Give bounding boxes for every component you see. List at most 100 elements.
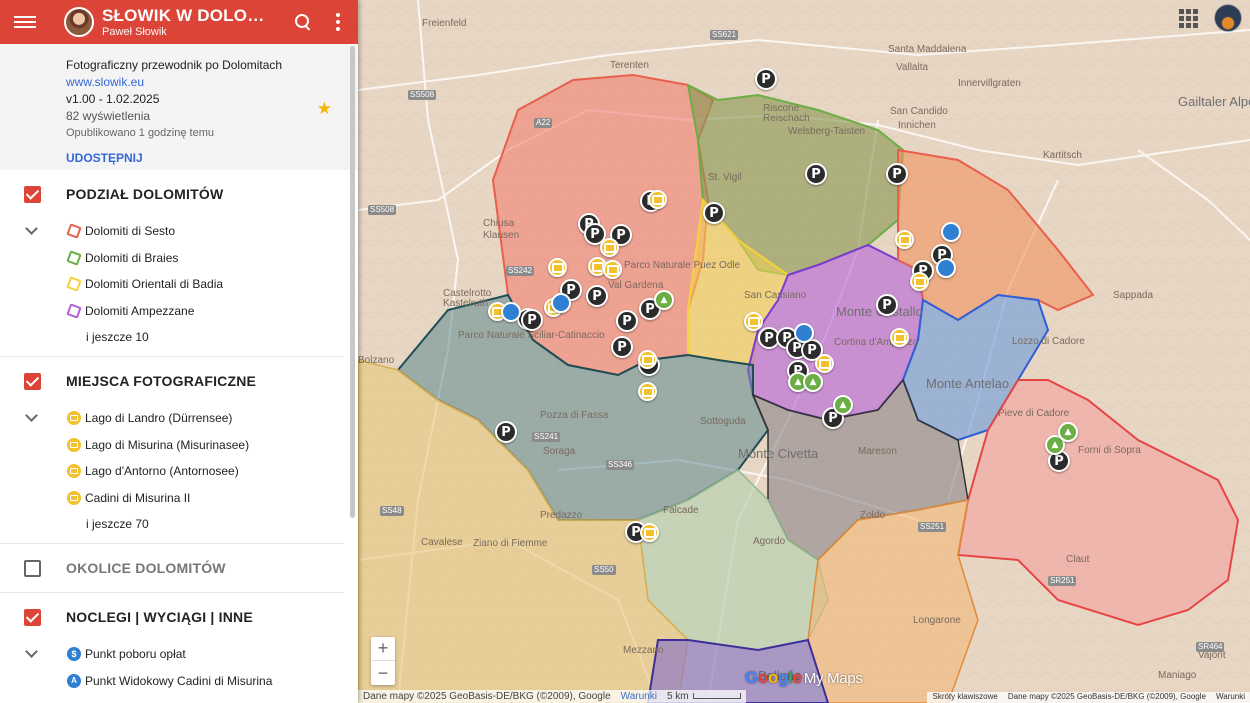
search-icon[interactable] xyxy=(292,11,314,33)
place-reischach: Reischach xyxy=(763,113,810,124)
camera-icon xyxy=(67,464,81,479)
chevron-down-icon[interactable] xyxy=(25,409,38,422)
published-time: Opublikowano 1 godzinę temu xyxy=(66,127,214,139)
owner-avatar[interactable] xyxy=(64,7,94,37)
attribution-bar: Dane mapy ©2025 GeoBasis-DE/BKG (©2009),… xyxy=(358,690,746,703)
list-item[interactable]: Lago di Landro (Dürrensee) xyxy=(0,405,344,432)
map-url-link[interactable]: www.slowik.eu xyxy=(66,74,344,91)
photo-spot-pin[interactable] xyxy=(548,258,567,277)
more-items-link[interactable]: i jeszcze 10 xyxy=(0,324,344,350)
info-pin[interactable] xyxy=(551,293,571,313)
layer-checkbox[interactable] xyxy=(24,185,41,203)
hut-pin[interactable] xyxy=(1058,422,1078,442)
map-canvas[interactable]: Freienfeld Terenten Santa Maddalena Vall… xyxy=(358,0,1250,703)
list-item[interactable]: Lago di Misurina (Misurinasee) xyxy=(0,432,344,459)
apps-grid-icon[interactable] xyxy=(1176,6,1200,30)
list-item[interactable]: Lago d'Antorno (Antornosee) xyxy=(0,458,344,485)
photo-spot-pin[interactable] xyxy=(648,190,667,209)
place-kartitsch: Kartitsch xyxy=(1043,150,1082,161)
photo-spot-pin[interactable] xyxy=(910,272,929,291)
parking-pin[interactable]: P xyxy=(521,309,543,331)
lift-pin[interactable] xyxy=(794,323,814,343)
zoom-in-button[interactable]: + xyxy=(371,637,395,661)
parking-pin[interactable]: P xyxy=(703,202,725,224)
lodging-pin[interactable] xyxy=(941,222,961,242)
zoom-out-button[interactable]: − xyxy=(371,661,395,685)
photo-spot-pin[interactable] xyxy=(895,230,914,249)
lift-pin[interactable] xyxy=(936,258,956,278)
layer-title[interactable]: NOCLEGI | WYCIĄGI | INNE xyxy=(66,609,253,625)
item-label: Cadini di Misurina II xyxy=(85,490,191,505)
parking-pin[interactable]: P xyxy=(611,336,633,358)
list-item[interactable]: A Punkt Widokowy Cadini di Misurina xyxy=(0,668,344,695)
camera-icon xyxy=(67,437,81,452)
photo-spot-pin[interactable] xyxy=(638,382,657,401)
owner-name[interactable]: Paweł Słowik xyxy=(102,26,284,38)
hut-pin[interactable] xyxy=(654,290,674,310)
place-val-gardena: Val Gardena xyxy=(608,280,664,291)
place-sappada: Sappada xyxy=(1113,290,1154,301)
viewpoint-icon: A xyxy=(67,673,81,688)
map-info: Fotograficzny przewodnik po Dolomitach w… xyxy=(0,44,358,170)
photo-spot-pin[interactable] xyxy=(640,523,659,542)
item-label: Punkt Widokowy Cadini di Misurina xyxy=(85,673,273,688)
chevron-down-icon[interactable] xyxy=(25,645,38,658)
info-pin[interactable] xyxy=(501,302,521,322)
list-item[interactable]: Dolomiti Ampezzane xyxy=(0,298,344,325)
more-vert-icon[interactable] xyxy=(330,13,346,31)
item-label: Lago di Misurina (Misurinasee) xyxy=(85,437,250,452)
parking-pin[interactable]: P xyxy=(886,163,908,185)
layer-noclegi: NOCLEGI | WYCIĄGI | INNE $ Punkt poboru … xyxy=(0,593,344,700)
account-avatar[interactable] xyxy=(1214,4,1242,32)
layer-checkbox[interactable] xyxy=(24,608,41,626)
parking-pin[interactable]: P xyxy=(616,310,638,332)
sidebar-scrollbar[interactable] xyxy=(350,46,355,518)
parking-pin[interactable]: P xyxy=(495,421,517,443)
list-item[interactable]: Cadini di Misurina II xyxy=(0,485,344,512)
polygon-icon xyxy=(66,250,82,266)
map-description: Fotograficzny przewodnik po Dolomitach xyxy=(66,58,283,72)
item-label: Dolomiti di Braies xyxy=(85,250,179,265)
chevron-down-icon[interactable] xyxy=(25,222,38,235)
scale-text: 5 km xyxy=(666,691,689,702)
hut-pin[interactable] xyxy=(833,395,853,415)
dollar-icon: $ xyxy=(67,647,81,662)
star-icon[interactable]: ★ xyxy=(317,100,332,117)
list-item[interactable]: Dolomiti Orientali di Badia xyxy=(0,271,344,298)
photo-spot-pin[interactable] xyxy=(600,238,619,257)
shortcuts-link[interactable]: Skróty klawiszowe xyxy=(932,692,997,703)
parking-pin[interactable]: P xyxy=(586,285,608,307)
terms-right-link[interactable]: Warunki xyxy=(1216,692,1245,703)
menu-icon[interactable] xyxy=(14,16,36,28)
list-item[interactable]: Dolomiti di Braies xyxy=(0,245,344,272)
item-label: Lago di Landro (Dürrensee) xyxy=(85,411,233,426)
road-badge: SS346 xyxy=(606,460,635,470)
photo-spot-pin[interactable] xyxy=(603,260,622,279)
terms-link[interactable]: Warunki xyxy=(621,691,657,702)
layer-checkbox[interactable] xyxy=(24,559,41,577)
photo-spot-pin[interactable] xyxy=(890,328,909,347)
share-button[interactable]: UDOSTĘPNIJ xyxy=(66,150,344,167)
parking-pin[interactable]: P xyxy=(805,163,827,185)
road-badge: SS621 xyxy=(710,30,739,40)
place-monte-antelao: Monte Antelao xyxy=(926,376,1010,391)
parking-pin[interactable]: P xyxy=(876,294,898,316)
map-title[interactable]: SŁOWIK W DOLOMITACH xyxy=(102,6,274,26)
layer-checkbox[interactable] xyxy=(24,372,41,390)
layer-title[interactable]: OKOLICE DOLOMITÓW xyxy=(66,560,226,576)
list-item[interactable]: Dolomiti di Sesto xyxy=(0,218,344,245)
attribution-right: Skróty klawiszowe Dane mapy ©2025 GeoBas… xyxy=(927,692,1250,703)
photo-spot-pin[interactable] xyxy=(815,354,834,373)
layer-header: MIEJSCA FOTOGRAFICZNE xyxy=(0,357,344,405)
road-badge: SS508 xyxy=(368,205,397,215)
parking-pin[interactable]: P xyxy=(755,68,777,90)
road-badge: SS48 xyxy=(380,506,404,516)
list-item[interactable]: $ Punkt poboru opłat xyxy=(0,641,344,668)
photo-spot-pin[interactable] xyxy=(638,350,657,369)
more-items-link[interactable]: i jeszcze 70 xyxy=(0,511,344,537)
layer-title[interactable]: MIEJSCA FOTOGRAFICZNE xyxy=(66,373,256,389)
map-version: v1.00 - 1.02.2025 xyxy=(66,92,160,106)
photo-spot-pin[interactable] xyxy=(744,312,763,331)
hut-pin[interactable] xyxy=(803,372,823,392)
layer-title[interactable]: PODZIAŁ DOLOMITÓW xyxy=(66,186,223,202)
